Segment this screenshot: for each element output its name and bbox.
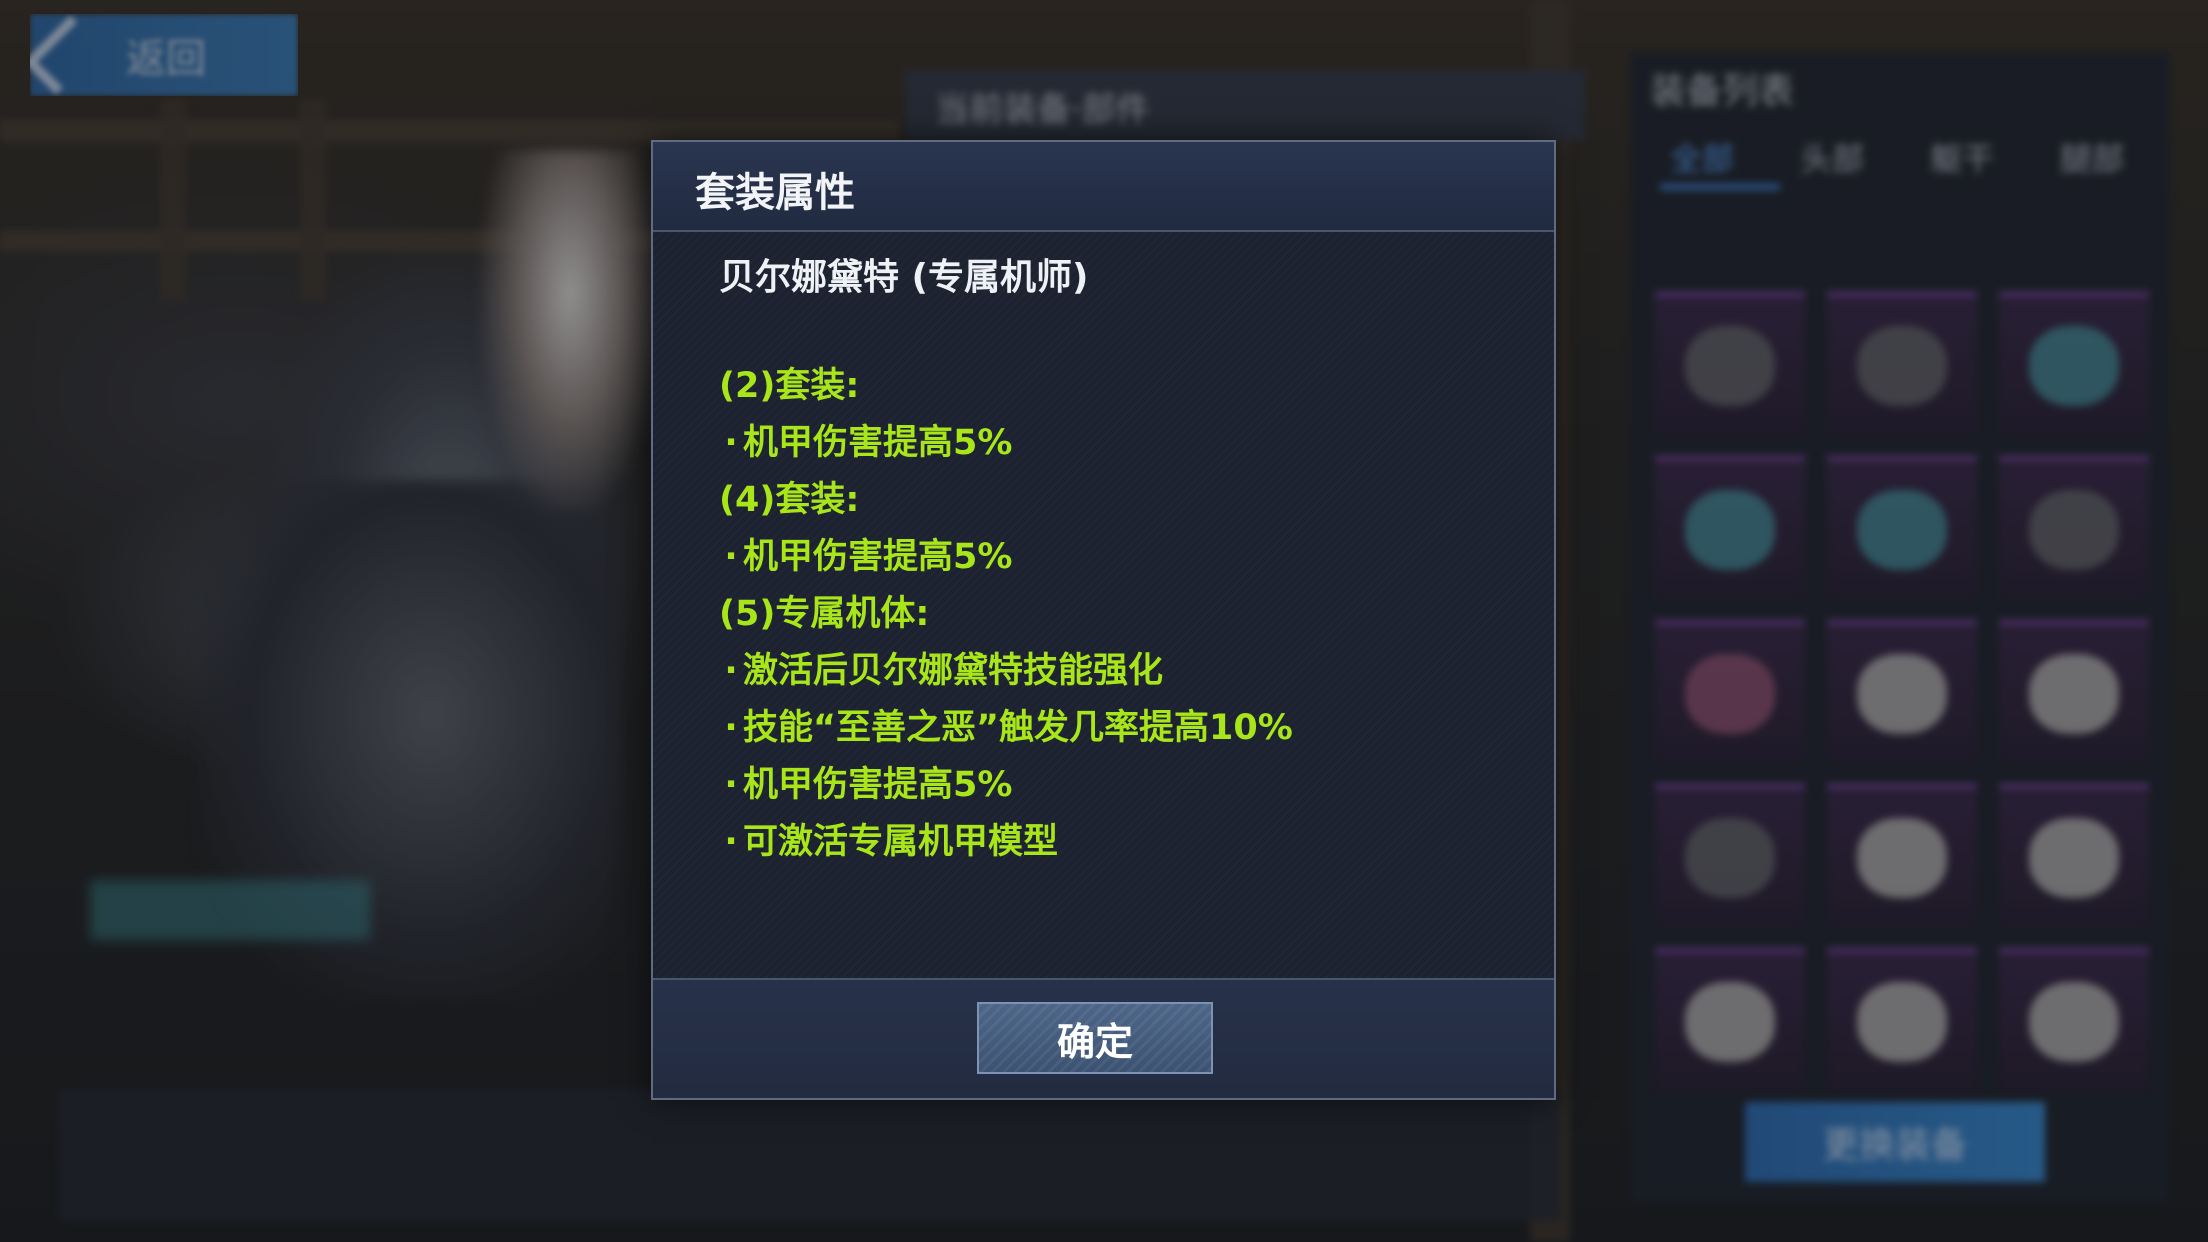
set-effect-item: · 激活后贝尔娜黛特技能强化 — [719, 643, 1293, 700]
bullet-icon: · — [724, 708, 738, 748]
dialog-footer: 确定 — [653, 978, 1554, 1098]
set-effects-list: (2)套装: · 机甲伤害提高5% (4)套装: · 机甲伤害提高5% (5)专属机体: · 激… — [719, 358, 1293, 871]
bullet-icon: · — [724, 822, 738, 862]
dialog-title: 套装属性 — [695, 170, 855, 216]
effect-text: (2)套装: — [719, 366, 860, 406]
effect-text: 机甲伤害提高5% — [743, 765, 1013, 805]
effect-text: (4)套装: — [719, 480, 860, 520]
effect-text: 技能“至善之恶”触发几率提高10% — [743, 708, 1293, 748]
effect-text: 机甲伤害提高5% — [743, 423, 1013, 463]
set-effect-item: · 机甲伤害提高5% — [719, 415, 1293, 472]
set-tier-header: (2)套装: — [719, 358, 1293, 415]
dialog-body: 贝尔娜黛特 (专属机师) (2)套装: · 机甲伤害提高5% (4)套装: · 机甲伤害提… — [653, 232, 1554, 980]
set-effect-item: · 可激活专属机甲模型 — [719, 814, 1293, 871]
effect-text: 机甲伤害提高5% — [743, 537, 1013, 577]
effect-text: 激活后贝尔娜黛特技能强化 — [743, 651, 1164, 691]
set-bonus-dialog: 套装属性 贝尔娜黛特 (专属机师) (2)套装: · 机甲伤害提高5% (4)套装: ·… — [651, 140, 1556, 1100]
bullet-icon: · — [724, 423, 738, 463]
set-tier-header: (5)专属机体: — [719, 586, 1293, 643]
confirm-button[interactable]: 确定 — [977, 1002, 1213, 1074]
effect-text: (5)专属机体: — [719, 594, 930, 634]
bullet-icon: · — [724, 537, 738, 577]
set-effect-item: · 技能“至善之恶”触发几率提高10% — [719, 700, 1293, 757]
bullet-icon: · — [724, 765, 738, 805]
effect-text: 可激活专属机甲模型 — [743, 822, 1059, 862]
set-effect-item: · 机甲伤害提高5% — [719, 529, 1293, 586]
set-effect-item: · 机甲伤害提高5% — [719, 757, 1293, 814]
set-tier-header: (4)套装: — [719, 472, 1293, 529]
set-name: 贝尔娜黛特 (专属机师) — [719, 257, 1089, 298]
dialog-header: 套装属性 — [653, 142, 1554, 232]
bullet-icon: · — [724, 651, 738, 691]
